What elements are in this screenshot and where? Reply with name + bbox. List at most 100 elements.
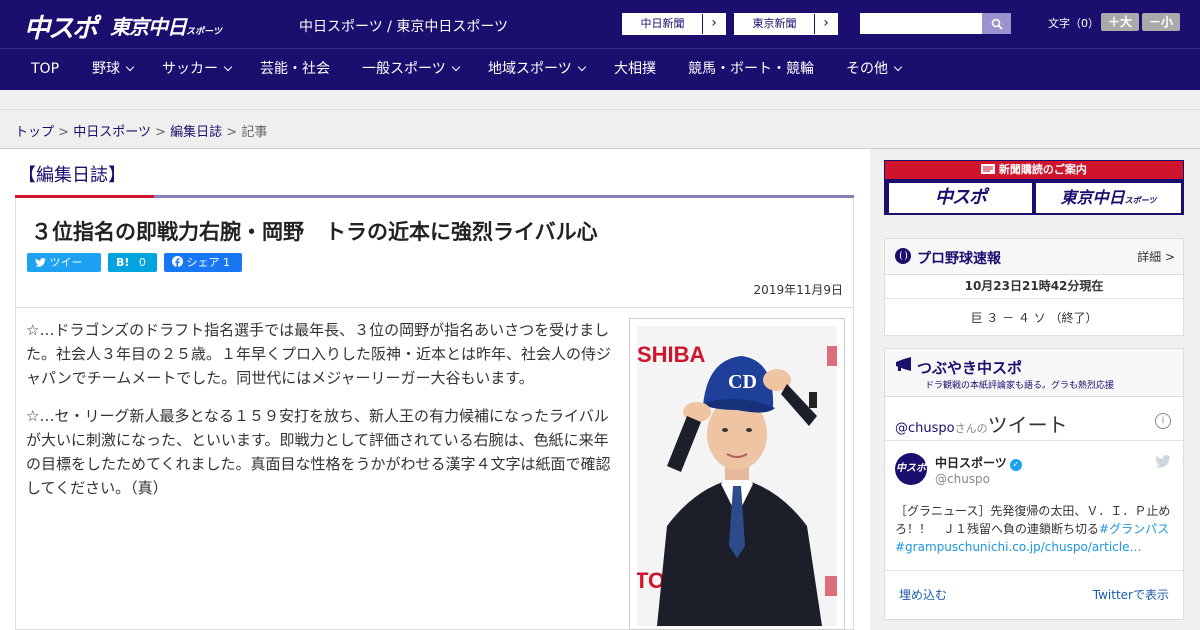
breadcrumb-current: 記事 bbox=[241, 125, 268, 140]
breadcrumb-link-editorial-diary[interactable]: 編集日誌 bbox=[170, 125, 222, 140]
fontsize-decrease-button[interactable]: －小 bbox=[1142, 13, 1180, 31]
info-icon[interactable]: i bbox=[1155, 413, 1171, 429]
tweet-author-name: 中日スポーツ bbox=[935, 456, 1007, 470]
facebook-share-label: シェア bbox=[186, 256, 220, 269]
nav-label: 一般スポーツ bbox=[362, 61, 446, 77]
nav-label: 大相撲 bbox=[614, 61, 656, 77]
newspaper-icon bbox=[981, 164, 996, 174]
tweet-screen-name[interactable]: @chuspo bbox=[935, 472, 990, 486]
nav-item-baseball[interactable]: 野球 bbox=[92, 49, 135, 90]
nav-label: 芸能・社会 bbox=[260, 61, 330, 77]
nav-item-racing[interactable]: 競馬・ボート・競輪 bbox=[688, 49, 814, 90]
baseball-scores-widget: プロ野球速報 詳細 > 10月23日21時42分現在 巨 ３ － ４ ソ （終了… bbox=[884, 238, 1184, 336]
chuspo-logo[interactable]: 中スポ bbox=[24, 8, 98, 44]
twitter-widget: つぶやき中スポ ドラ観戦の本紙評論家も語る。グラも熱烈応援 @chuspoさんの… bbox=[884, 348, 1184, 620]
tweet-link[interactable]: #grampuschunichi.co.jp/chuspo/article… bbox=[895, 540, 1141, 554]
divider bbox=[885, 298, 1183, 299]
article-body: ☆…ドラゴンズのドラフト指名選手では最年長、３位の岡野が指名あいさつを受けました… bbox=[26, 318, 619, 514]
widget-title: つぶやき中スポ bbox=[917, 359, 1023, 377]
nav-item-sumo[interactable]: 大相撲 bbox=[614, 49, 656, 90]
chunichi-shimbun-link[interactable]: 中日新聞 › bbox=[622, 13, 726, 35]
nav-item-local-sports[interactable]: 地域スポーツ bbox=[488, 49, 586, 90]
breadcrumb: トップ > 中日スポーツ > 編集日誌 > 記事 bbox=[15, 121, 267, 140]
timeline-tweets-label: ツイート bbox=[987, 413, 1068, 437]
article-headline: ３位指名の即戦力右腕・岡野 トラの近本に強烈ライバル心 bbox=[31, 220, 598, 244]
timeline-handle[interactable]: @chuspo bbox=[895, 421, 955, 436]
tweet-text: ［グラニュース］先発復帰の太田、Ｖ．Ｉ．Ｐ止めろ！！ Ｊ１残留へ負の連鎖断ち切る… bbox=[895, 502, 1177, 556]
site-title[interactable]: 中日スポーツ / 東京中日スポーツ bbox=[299, 16, 508, 36]
verified-badge-icon: ✓ bbox=[1009, 459, 1022, 471]
article-paragraph: ☆…セ・リーグ新人最多となる１５９安打を放ち、新人王の有力候補になったライバルが… bbox=[26, 407, 611, 497]
chevron-down-icon bbox=[223, 62, 233, 72]
embed-link[interactable]: 埋め込む bbox=[899, 586, 947, 603]
section-title: 【編集日誌】 bbox=[18, 165, 126, 186]
divider bbox=[885, 440, 1183, 441]
search-input[interactable] bbox=[860, 13, 982, 34]
chevron-down-icon bbox=[125, 62, 135, 72]
main-nav: TOP 野球 サッカー 芸能・社会 一般スポーツ 地域スポーツ 大相撲 競馬・ボ… bbox=[0, 48, 1200, 90]
ext-link-label: 東京新聞 bbox=[735, 14, 815, 34]
breadcrumb-separator: > bbox=[226, 125, 238, 140]
facebook-share-button[interactable]: シェア 1 bbox=[164, 253, 242, 272]
timeline-handle-suffix: さんの bbox=[954, 422, 988, 435]
divider bbox=[16, 307, 853, 308]
chevron-down-icon bbox=[451, 62, 460, 72]
nav-item-entertainment[interactable]: 芸能・社会 bbox=[260, 49, 330, 90]
nav-label: 地域スポーツ bbox=[488, 61, 572, 77]
baseball-details-link[interactable]: 詳細 > bbox=[1137, 248, 1175, 265]
breadcrumb-bar: トップ > 中日スポーツ > 編集日誌 > 記事 bbox=[0, 111, 1200, 149]
subscribe-tokyo-chunichi-button[interactable]: 東京中日スポーツ bbox=[1036, 183, 1181, 213]
nav-item-other[interactable]: その他 bbox=[846, 49, 903, 90]
view-on-twitter-link[interactable]: Twitterで表示 bbox=[1093, 586, 1169, 603]
search-icon bbox=[991, 18, 1003, 30]
article-photo[interactable]: SHIBA TOSH CD bbox=[629, 318, 845, 630]
subscription-banner[interactable]: 新聞購読のご案内 中スポ 東京中日スポーツ bbox=[884, 160, 1184, 215]
tokyo-shimbun-link[interactable]: 東京新聞 › bbox=[734, 13, 838, 35]
ext-link-label: 中日新聞 bbox=[623, 14, 703, 34]
search-button[interactable] bbox=[982, 13, 1011, 34]
nav-item-soccer[interactable]: サッカー bbox=[162, 49, 233, 90]
twitter-bird-icon[interactable] bbox=[1155, 454, 1171, 468]
tokyo-chunichi-logo[interactable]: 東京中日スポーツ bbox=[110, 11, 222, 40]
widget-header: プロ野球速報 詳細 > bbox=[885, 239, 1183, 275]
hatena-count: 0 bbox=[138, 256, 146, 269]
widget-header: つぶやき中スポ ドラ観戦の本紙評論家も語る。グラも熱烈応援 bbox=[885, 349, 1183, 397]
avatar[interactable]: 中スポ bbox=[895, 453, 927, 485]
article-paragraph: ☆…ドラゴンズのドラフト指名選手では最年長、３位の岡野が指名あいさつを受けました… bbox=[26, 321, 612, 387]
hatena-bookmark-button[interactable]: B! 0 bbox=[108, 253, 157, 272]
breadcrumb-link-top[interactable]: トップ bbox=[15, 125, 54, 140]
subscription-head: 新聞購読のご案内 bbox=[885, 161, 1183, 179]
facebook-share-count: 1 bbox=[223, 256, 230, 269]
tweet-button[interactable]: ツイート bbox=[27, 253, 101, 288]
tweet-author[interactable]: 中日スポーツ ✓ bbox=[935, 454, 1022, 471]
fontsize-label: 文字（0） bbox=[1048, 17, 1099, 30]
chevron-down-icon bbox=[577, 62, 586, 72]
tweet-hashtag[interactable]: #グランパス bbox=[1099, 522, 1169, 536]
backdrop-text: SHIBA bbox=[637, 342, 706, 367]
megaphone-icon bbox=[896, 357, 911, 371]
nav-item-general-sports[interactable]: 一般スポーツ bbox=[362, 49, 460, 90]
nav-label: その他 bbox=[846, 61, 888, 77]
nav-label: 競馬・ボート・競輪 bbox=[688, 61, 814, 77]
baseball-icon bbox=[895, 248, 911, 264]
cap-logo: CD bbox=[728, 371, 757, 393]
subscribe-tokyo-label: 東京中日 bbox=[1060, 188, 1125, 207]
widget-title: プロ野球速報 bbox=[917, 251, 1001, 267]
fontsize-increase-button[interactable]: ＋大 bbox=[1101, 13, 1139, 31]
nav-label: サッカー bbox=[162, 61, 218, 77]
hatena-icon: B! bbox=[116, 256, 130, 269]
article-date: 2019年11月9日 bbox=[753, 283, 843, 297]
scores-timestamp: 10月23日21時42分現在 bbox=[964, 279, 1104, 293]
breadcrumb-link-chunichi-sports[interactable]: 中日スポーツ bbox=[73, 125, 151, 140]
spacer-strip bbox=[0, 90, 1200, 110]
subscribe-tokyo-small: スポーツ bbox=[1124, 196, 1157, 205]
article: ３位指名の即戦力右腕・岡野 トラの近本に強烈ライバル心 ツイート B! 0 シェ… bbox=[15, 198, 854, 630]
breadcrumb-separator: > bbox=[58, 125, 70, 140]
top-header: 中スポ 東京中日スポーツ 中日スポーツ / 東京中日スポーツ 中日新聞 › 東京… bbox=[0, 0, 1200, 48]
player-photo: SHIBA TOSH CD bbox=[637, 326, 837, 626]
chevron-right-icon: › bbox=[823, 15, 829, 31]
subscribe-chuspo-button[interactable]: 中スポ bbox=[889, 183, 1032, 213]
game-score[interactable]: 巨 ３ － ４ ソ （終了） bbox=[885, 309, 1183, 326]
nav-label: TOP bbox=[31, 61, 60, 77]
nav-item-top[interactable]: TOP bbox=[31, 49, 59, 90]
